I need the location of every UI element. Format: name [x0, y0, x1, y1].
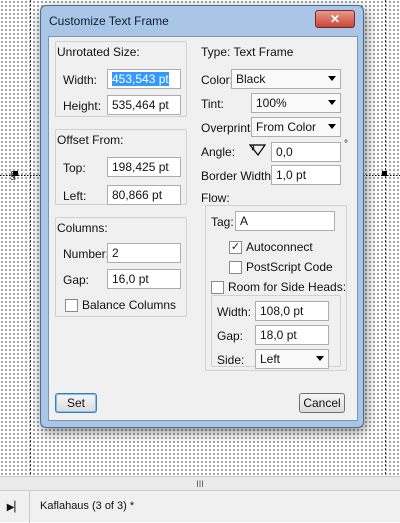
- number-field[interactable]: 2: [107, 243, 181, 263]
- angle-icon: [249, 144, 267, 157]
- overprint-select[interactable]: From Color: [251, 117, 341, 137]
- side-heads-label: Room for Side Heads:: [228, 280, 347, 294]
- side-gap-field[interactable]: 18,0 pt: [255, 325, 329, 345]
- left-label: Left:: [63, 189, 87, 203]
- overprint-label: Overprint:: [201, 121, 254, 135]
- overprint-value: From Color: [256, 120, 317, 134]
- border-width-field[interactable]: 1,0 pt: [271, 165, 341, 185]
- left-field[interactable]: 80,866 pt: [107, 185, 181, 205]
- side-width-field[interactable]: 108,0 pt: [255, 301, 329, 321]
- postscript-code-checkbox[interactable]: [229, 261, 242, 274]
- border-width-label: Border Width:: [201, 169, 275, 183]
- degree-symbol: °: [344, 139, 348, 150]
- balance-columns-checkbox[interactable]: [65, 299, 78, 312]
- dialog-title: Customize Text Frame: [49, 14, 169, 28]
- angle-field[interactable]: 0,0: [271, 142, 341, 162]
- unrotated-size-header: Unrotated Size:: [57, 45, 140, 59]
- scroll-grip[interactable]: III: [0, 479, 400, 489]
- side-width-label: Width:: [217, 305, 252, 319]
- document-title: Kaflahaus (3 of 3) *: [40, 500, 135, 512]
- horizontal-scrollbar[interactable]: III: [0, 476, 400, 490]
- chevron-down-icon: [328, 124, 336, 129]
- tint-label: Tint:: [201, 97, 224, 111]
- color-label: Color:: [201, 73, 234, 87]
- angle-label: Angle:: [201, 145, 236, 159]
- autoconnect-checkbox[interactable]: ✓: [229, 241, 242, 254]
- frame-handle[interactable]: [382, 171, 387, 176]
- tint-select[interactable]: 100%: [251, 93, 341, 113]
- side-heads-checkbox[interactable]: [211, 281, 224, 294]
- gap-field[interactable]: 16,0 pt: [107, 269, 181, 289]
- grid-line: [385, 0, 386, 476]
- flow-header: Flow:: [201, 191, 230, 205]
- dialog-titlebar[interactable]: Customize Text Frame ✕: [41, 6, 363, 36]
- side-select[interactable]: Left: [255, 349, 329, 369]
- height-field[interactable]: 535,464 pt: [107, 95, 181, 115]
- number-label: Number:: [63, 247, 110, 261]
- chevron-down-icon: [328, 100, 336, 105]
- customize-text-frame-dialog: Customize Text Frame ✕ Unrotated Size: W…: [40, 5, 364, 428]
- width-value: 453,543 pt: [112, 72, 169, 86]
- offset-from-header: Offset From:: [57, 133, 124, 147]
- postscript-code-label: PostScript Code: [246, 260, 333, 274]
- side-label: Side:: [217, 353, 245, 367]
- side-value: Left: [260, 352, 281, 366]
- autoconnect-label: Autoconnect: [246, 240, 313, 254]
- status-bar: ▶▏ Kaflahaus (3 of 3) *: [0, 490, 400, 523]
- width-field[interactable]: 453,543 pt: [107, 69, 181, 89]
- side-gap-label: Gap:: [217, 329, 244, 343]
- tint-value: 100%: [256, 96, 287, 110]
- columns-header: Columns:: [57, 221, 108, 235]
- dialog-body: Unrotated Size: Width: 453,543 pt Height…: [48, 36, 358, 421]
- balance-columns-label: Balance Columns: [82, 298, 177, 312]
- width-label: Width:: [63, 73, 98, 87]
- height-label: Height:: [63, 99, 102, 113]
- link-icon: §: [10, 170, 17, 182]
- play-bar-icon[interactable]: ▶▏: [0, 491, 30, 523]
- chevron-down-icon: [316, 356, 324, 361]
- tag-field[interactable]: A: [235, 211, 335, 231]
- top-field[interactable]: 198,425 pt: [107, 157, 181, 177]
- tag-label: Tag:: [211, 215, 234, 229]
- gap-label: Gap:: [63, 273, 90, 287]
- grid-line: [30, 0, 31, 476]
- type-label: Type: Text Frame: [201, 45, 294, 59]
- cancel-button[interactable]: Cancel: [299, 393, 345, 413]
- chevron-down-icon: [328, 76, 336, 81]
- top-label: Top:: [63, 161, 86, 175]
- set-button[interactable]: Set: [55, 393, 97, 413]
- color-select[interactable]: Black: [231, 69, 341, 89]
- close-button[interactable]: ✕: [315, 10, 355, 28]
- color-value: Black: [236, 72, 266, 86]
